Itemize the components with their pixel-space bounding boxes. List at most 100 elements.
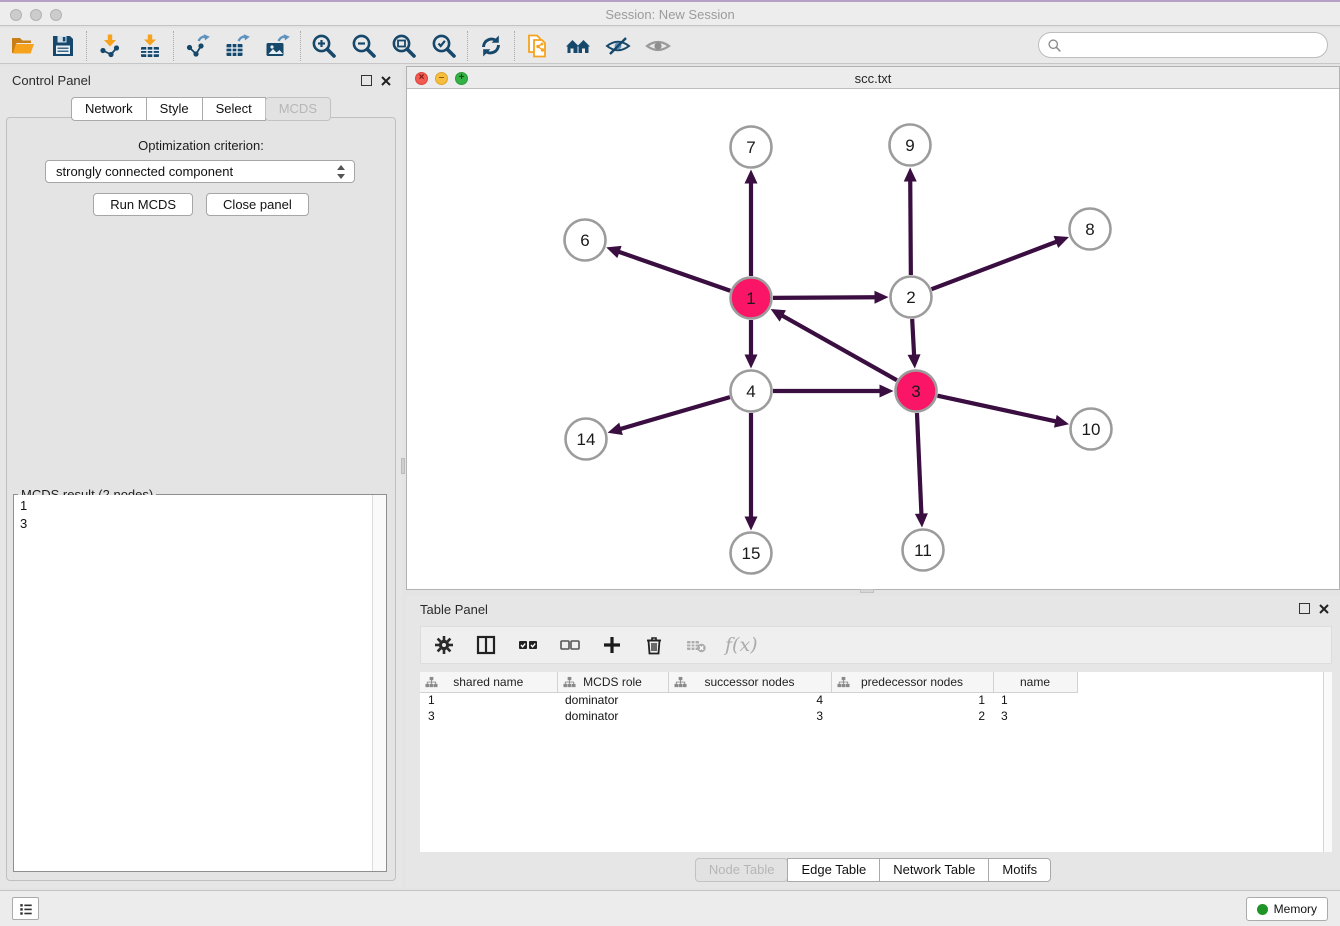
column-label: shared name [453,675,523,689]
edge-3-1[interactable] [781,315,897,380]
edge-arrowhead [608,423,623,435]
table-tabs: Node TableEdge TableNetwork TableMotifs [406,858,1340,882]
task-history-button[interactable] [12,897,39,920]
edge-1-2[interactable] [773,297,877,298]
export-network-icon[interactable] [182,31,212,61]
column-header-successor-nodes[interactable]: successor nodes [668,672,831,692]
horizontal-splitter-handle[interactable] [860,589,874,593]
table-cell[interactable]: 3 [668,708,831,724]
table-panel: Table Panel f(x) shared nameMCDS rolesuc… [406,596,1340,888]
open-session-icon[interactable] [8,31,38,61]
table-cell[interactable]: dominator [557,708,668,724]
mcds-result-list[interactable]: 13 [14,495,372,871]
graph-node-label: 14 [577,430,596,449]
graph-node-label: 11 [914,541,932,560]
show-all-icon[interactable] [643,31,673,61]
close-panel-icon[interactable] [380,74,392,86]
table-cell[interactable]: 4 [668,692,831,708]
clone-network-icon[interactable] [523,31,553,61]
tab-mcds[interactable]: MCDS [265,97,331,121]
edge-2-9[interactable] [910,179,911,275]
search-input[interactable] [1062,35,1327,55]
column-header-name[interactable]: name [993,672,1077,692]
tab-edge-table[interactable]: Edge Table [787,858,880,882]
edge-3-11[interactable] [917,413,922,516]
delete-table-icon [683,632,709,658]
edge-1-6[interactable] [618,251,731,290]
table-cell[interactable]: 1 [420,692,557,708]
hierarchy-sort-icon [425,676,438,689]
column-label: name [1020,675,1050,689]
close-table-panel-icon[interactable] [1318,602,1330,614]
table-cell[interactable]: 3 [420,708,557,724]
table-cell[interactable]: 1 [993,692,1077,708]
tab-motifs[interactable]: Motifs [988,858,1051,882]
table-cell[interactable]: 1 [831,692,993,708]
vertical-splitter-handle[interactable] [401,458,405,474]
export-table-icon[interactable] [222,31,252,61]
tab-style[interactable]: Style [146,97,203,121]
table-row[interactable]: 3dominator323 [420,708,1077,724]
graph-node-label: 9 [905,136,914,155]
zoom-fit-icon[interactable] [389,31,419,61]
refresh-layout-icon[interactable] [476,31,506,61]
tab-node-table[interactable]: Node Table [695,858,789,882]
network-canvas[interactable]: 1234678910111415 [407,89,1339,589]
zoom-selected-icon[interactable] [429,31,459,61]
result-node-item[interactable]: 3 [14,515,372,533]
graph-node-label: 2 [906,288,915,307]
first-neighbors-icon[interactable] [563,31,593,61]
edge-4-14[interactable] [619,397,730,429]
export-image-icon[interactable] [262,31,292,61]
tab-network-table[interactable]: Network Table [879,858,989,882]
tab-network[interactable]: Network [71,97,147,121]
table-cell[interactable]: 2 [831,708,993,724]
float-table-panel-icon[interactable] [1299,603,1310,614]
edge-3-10[interactable] [937,396,1057,422]
table-scrollbar[interactable] [1323,672,1332,852]
graph-node-label: 8 [1085,220,1094,239]
run-mcds-button[interactable]: Run MCDS [93,193,193,216]
save-session-icon[interactable] [48,31,78,61]
edge-arrowhead [904,167,917,181]
close-panel-button[interactable]: Close panel [206,193,309,216]
graph-node-label: 7 [746,138,755,157]
table-cell[interactable]: 3 [993,708,1077,724]
column-header-predecessor-nodes[interactable]: predecessor nodes [831,672,993,692]
graph-node-label: 6 [580,231,589,250]
settings-icon[interactable] [431,632,457,658]
zoom-in-icon[interactable] [309,31,339,61]
tab-select[interactable]: Select [202,97,266,121]
import-table-icon[interactable] [135,31,165,61]
hide-selected-icon[interactable] [603,31,633,61]
column-layout-icon[interactable] [473,632,499,658]
column-header-MCDS-role[interactable]: MCDS role [557,672,668,692]
result-node-item[interactable]: 1 [14,497,372,515]
memory-button[interactable]: Memory [1246,897,1328,921]
float-panel-icon[interactable] [361,75,372,86]
add-column-icon[interactable] [599,632,625,658]
graph-node-label: 10 [1082,420,1101,439]
table-cell[interactable]: dominator [557,692,668,708]
edge-2-8[interactable] [932,241,1058,289]
edge-2-3[interactable] [912,319,914,357]
column-label: MCDS role [583,675,642,689]
delete-column-icon[interactable] [641,632,667,658]
search-box[interactable] [1038,32,1328,58]
network-graph[interactable]: 1234678910111415 [407,89,1339,589]
optimization-criterion-select[interactable]: strongly connected component [45,160,355,183]
clear-checkboxes-icon[interactable] [557,632,583,658]
select-stepper-icon [336,163,348,181]
edge-arrowhead [745,355,758,369]
edge-arrowhead [908,354,921,368]
table-row[interactable]: 1dominator411 [420,692,1077,708]
node-table: shared name MCDS role successor nodesprede… [420,672,1332,852]
optimization-criterion-label: Optimization criterion: [7,138,395,153]
import-network-icon[interactable] [95,31,125,61]
zoom-out-icon[interactable] [349,31,379,61]
result-scrollbar[interactable] [372,495,386,871]
column-header-shared-name[interactable]: shared name [420,672,557,692]
function-builder-icon: f(x) [725,634,758,656]
select-all-checkboxes-icon[interactable] [515,632,541,658]
edge-arrowhead [915,513,928,527]
